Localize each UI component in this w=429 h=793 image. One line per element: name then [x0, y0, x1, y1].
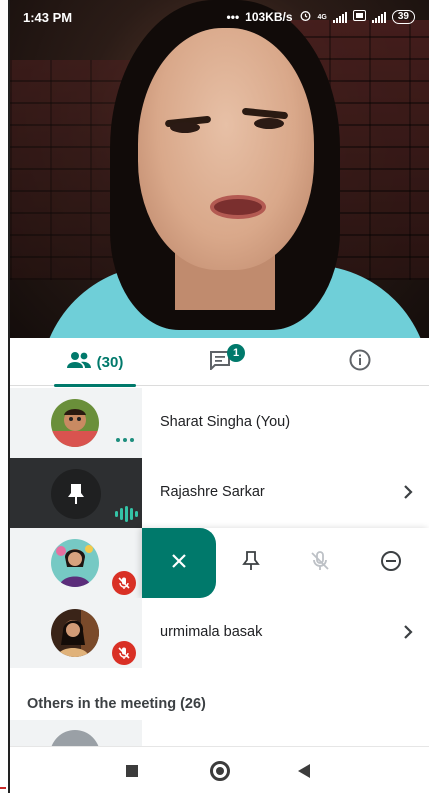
meeting-tabs: (30) 1	[10, 338, 429, 387]
mute-button[interactable]	[285, 528, 355, 598]
recent-apps-icon[interactable]	[126, 765, 138, 777]
tab-chat[interactable]: 1	[200, 338, 245, 386]
signal-icon-2	[371, 11, 386, 23]
chevron-right-icon[interactable]	[401, 484, 415, 500]
chevron-right-icon[interactable]	[401, 624, 415, 640]
remove-button[interactable]	[356, 528, 426, 598]
battery-icon: 39	[391, 10, 415, 24]
video-eye-right	[254, 118, 284, 129]
tab-people[interactable]: (30)	[40, 338, 150, 387]
edge-mark	[0, 787, 6, 789]
close-actions-button[interactable]	[142, 528, 216, 598]
status-bar: 1:43 PM ••• 103KB/s 4G 39	[10, 0, 429, 34]
pin-button[interactable]	[216, 528, 286, 598]
mic-off-icon	[309, 550, 331, 577]
video-eye-left	[170, 122, 200, 133]
main-video[interactable]: 1:43 PM ••• 103KB/s 4G 39	[10, 0, 429, 338]
people-count: (30)	[96, 353, 124, 371]
participant-thumb	[10, 598, 142, 668]
participant-name: urmimala basak	[160, 624, 263, 640]
video-face	[138, 28, 314, 270]
avatar	[51, 609, 99, 657]
status-speed: 103KB/s	[245, 10, 293, 24]
pin-icon	[51, 469, 101, 519]
chat-badge: 1	[227, 344, 245, 362]
muted-mic-icon	[112, 641, 136, 665]
video-mouth	[210, 195, 266, 219]
more-dots-icon	[116, 438, 134, 442]
muted-mic-icon	[112, 571, 136, 595]
active-tab-indicator	[54, 384, 136, 387]
signal-icon	[332, 11, 347, 23]
participant-thumb	[10, 388, 142, 458]
tab-info[interactable]	[340, 338, 380, 386]
alarm-icon	[299, 9, 312, 25]
participant-name: Rajashre Sarkar	[160, 484, 265, 500]
back-icon[interactable]	[298, 764, 310, 778]
others-section-header: Others in the meeting (26)	[27, 696, 206, 712]
status-dots-icon: •••	[226, 10, 240, 24]
participant-name: Sharat Singha (You)	[160, 414, 291, 430]
participant-row[interactable]: Sharat Singha (You)	[10, 388, 429, 458]
avatar	[51, 539, 99, 587]
close-icon	[171, 553, 187, 574]
meet-screen: 1:43 PM ••• 103KB/s 4G 39 (30) 1 Sharat …	[10, 0, 429, 793]
home-icon[interactable]	[210, 761, 230, 781]
participant-row[interactable]: Rajashre Sarkar	[10, 458, 429, 528]
people-icon	[66, 351, 91, 373]
left-edge	[0, 0, 10, 793]
avatar	[51, 399, 99, 447]
network-type: 4G	[317, 13, 327, 21]
participant-actions	[142, 528, 429, 598]
participant-thumb	[10, 528, 142, 598]
pin-outline-icon	[242, 550, 260, 577]
status-right: ••• 103KB/s 4G 39	[227, 9, 415, 25]
info-icon	[349, 349, 371, 376]
system-nav-bar	[10, 746, 429, 793]
volte-icon	[352, 10, 366, 24]
audio-level-icon	[115, 506, 138, 522]
status-time: 1:43 PM	[23, 10, 73, 25]
remove-circle-icon	[380, 550, 402, 577]
participant-row[interactable]: urmimala basak	[10, 598, 429, 668]
participant-thumb	[10, 458, 142, 528]
